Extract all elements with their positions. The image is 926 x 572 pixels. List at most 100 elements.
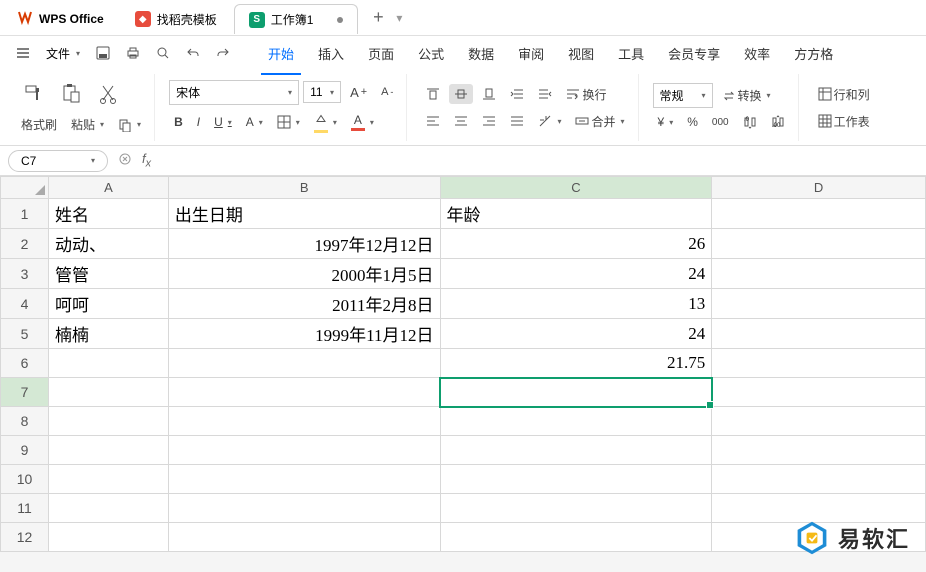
col-header-D[interactable]: D bbox=[712, 177, 926, 199]
row-header[interactable]: 9 bbox=[1, 436, 49, 465]
row-header[interactable]: 6 bbox=[1, 349, 49, 378]
menu-start[interactable]: 开始 bbox=[256, 38, 306, 69]
row-header[interactable]: 4 bbox=[1, 289, 49, 319]
cell[interactable] bbox=[712, 229, 926, 259]
cell[interactable] bbox=[440, 494, 712, 523]
cell-reference-input[interactable]: C7▾ bbox=[8, 150, 108, 172]
wrap-button[interactable]: 换行 bbox=[561, 83, 611, 106]
align-bottom-button[interactable] bbox=[477, 84, 501, 104]
cell[interactable] bbox=[712, 407, 926, 436]
cell[interactable] bbox=[168, 407, 440, 436]
cell[interactable] bbox=[48, 436, 168, 465]
cell[interactable] bbox=[48, 349, 168, 378]
font-size-select[interactable]: 11▾ bbox=[303, 81, 341, 103]
cell[interactable] bbox=[712, 199, 926, 229]
document-tab[interactable]: S 工作簿1 bbox=[234, 4, 359, 34]
cell[interactable]: 出生日期 bbox=[168, 199, 440, 229]
row-header[interactable]: 11 bbox=[1, 494, 49, 523]
cell[interactable] bbox=[168, 378, 440, 407]
cut-button[interactable] bbox=[92, 79, 126, 109]
menu-view[interactable]: 视图 bbox=[556, 38, 606, 69]
strikethrough-button[interactable]: A▾ bbox=[241, 112, 268, 132]
decimal-decrease-button[interactable]: .0 bbox=[738, 112, 762, 132]
cell[interactable] bbox=[712, 319, 926, 349]
bold-button[interactable]: B bbox=[169, 112, 188, 132]
rowcol-button[interactable]: 行和列 bbox=[813, 83, 875, 106]
template-tab[interactable]: ◆ 找稻壳模板 bbox=[121, 4, 231, 34]
transform-button[interactable]: 转换▾ bbox=[717, 84, 776, 107]
align-left-button[interactable] bbox=[421, 111, 445, 131]
font-increase-button[interactable]: A+ bbox=[345, 82, 372, 103]
merge-button[interactable]: 合并▾ bbox=[570, 110, 629, 133]
cell[interactable] bbox=[440, 436, 712, 465]
cell[interactable] bbox=[48, 378, 168, 407]
currency-button[interactable]: ¥▾ bbox=[653, 112, 679, 132]
redo-button[interactable] bbox=[210, 42, 236, 64]
row-header[interactable]: 7 bbox=[1, 378, 49, 407]
font-name-select[interactable]: 宋体▾ bbox=[169, 80, 299, 105]
preview-button[interactable] bbox=[150, 42, 176, 64]
percent-button[interactable]: % bbox=[682, 112, 703, 132]
save-button[interactable] bbox=[90, 42, 116, 64]
orientation-button[interactable]: ▾ bbox=[533, 111, 566, 131]
row-header[interactable]: 1 bbox=[1, 199, 49, 229]
formula-input[interactable] bbox=[161, 153, 918, 168]
cell[interactable] bbox=[168, 494, 440, 523]
row-header[interactable]: 12 bbox=[1, 523, 49, 552]
col-header-C[interactable]: C bbox=[440, 177, 712, 199]
cell[interactable]: 年龄 bbox=[440, 199, 712, 229]
cell[interactable] bbox=[168, 436, 440, 465]
cell[interactable] bbox=[168, 523, 440, 552]
cell[interactable] bbox=[712, 259, 926, 289]
cell[interactable]: 2000年1月5日 bbox=[168, 259, 440, 289]
indent-increase-button[interactable] bbox=[533, 84, 557, 104]
row-header[interactable]: 5 bbox=[1, 319, 49, 349]
menu-member[interactable]: 会员专享 bbox=[656, 38, 732, 69]
cell[interactable]: 管管 bbox=[48, 259, 168, 289]
decimal-increase-button[interactable]: .00 bbox=[766, 112, 790, 132]
menu-formula[interactable]: 公式 bbox=[406, 38, 456, 69]
cell[interactable] bbox=[712, 289, 926, 319]
menu-fanggexi[interactable]: 方方格 bbox=[782, 38, 845, 69]
cell[interactable] bbox=[712, 378, 926, 407]
menu-review[interactable]: 审阅 bbox=[506, 38, 556, 69]
cell[interactable]: 13 bbox=[440, 289, 712, 319]
row-header[interactable]: 10 bbox=[1, 465, 49, 494]
align-middle-button[interactable] bbox=[449, 84, 473, 104]
cell[interactable] bbox=[48, 407, 168, 436]
cell[interactable]: 呵呵 bbox=[48, 289, 168, 319]
border-button[interactable]: ▾ bbox=[272, 112, 305, 132]
cell[interactable] bbox=[440, 523, 712, 552]
font-decrease-button[interactable]: A- bbox=[376, 83, 398, 101]
file-menu[interactable]: 文件▾ bbox=[40, 41, 86, 66]
cell[interactable] bbox=[168, 465, 440, 494]
cell[interactable] bbox=[712, 436, 926, 465]
cell[interactable]: 26 bbox=[440, 229, 712, 259]
cancel-formula-icon[interactable] bbox=[118, 152, 132, 169]
fill-color-button[interactable]: ▾ bbox=[309, 109, 342, 136]
font-color-button[interactable]: A▾ bbox=[346, 110, 379, 134]
paste-label[interactable]: 粘贴▾ bbox=[66, 113, 109, 136]
new-tab-button[interactable]: + bbox=[364, 4, 392, 32]
cell[interactable]: 1999年11月12日 bbox=[168, 319, 440, 349]
underline-button[interactable]: U▾ bbox=[209, 112, 237, 132]
cell[interactable]: 24 bbox=[440, 319, 712, 349]
print-button[interactable] bbox=[120, 42, 146, 64]
cell[interactable] bbox=[440, 465, 712, 494]
col-header-B[interactable]: B bbox=[168, 177, 440, 199]
cell[interactable]: 姓名 bbox=[48, 199, 168, 229]
cell[interactable] bbox=[712, 465, 926, 494]
align-top-button[interactable] bbox=[421, 84, 445, 104]
active-cell[interactable] bbox=[440, 378, 712, 407]
menu-efficiency[interactable]: 效率 bbox=[732, 38, 782, 69]
undo-button[interactable] bbox=[180, 42, 206, 64]
menu-page[interactable]: 页面 bbox=[356, 38, 406, 69]
menu-tools[interactable]: 工具 bbox=[606, 38, 656, 69]
row-header[interactable]: 3 bbox=[1, 259, 49, 289]
format-painter-button[interactable] bbox=[16, 79, 50, 109]
cell[interactable]: 2011年2月8日 bbox=[168, 289, 440, 319]
cell[interactable] bbox=[48, 465, 168, 494]
italic-button[interactable]: I bbox=[192, 112, 205, 132]
row-header[interactable]: 8 bbox=[1, 407, 49, 436]
indent-decrease-button[interactable] bbox=[505, 84, 529, 104]
